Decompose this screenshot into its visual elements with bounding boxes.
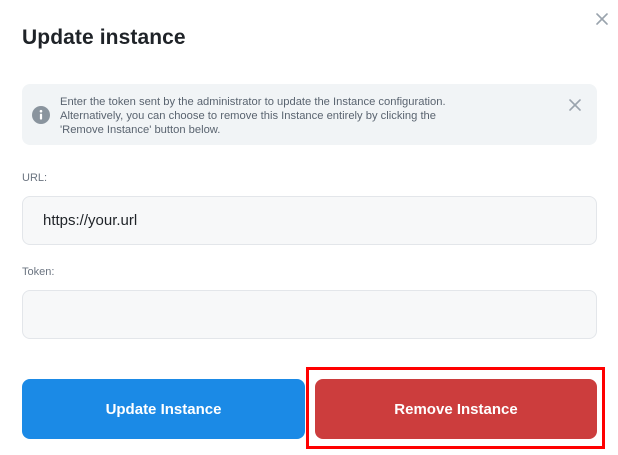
update-instance-button[interactable]: Update Instance bbox=[22, 379, 305, 439]
url-label: URL: bbox=[22, 172, 48, 184]
alert-close-icon[interactable] bbox=[568, 98, 582, 112]
token-label: Token: bbox=[22, 266, 55, 278]
info-alert: Enter the token sent by the administrato… bbox=[22, 84, 597, 145]
alert-line-3: 'Remove Instance' button below. bbox=[60, 124, 221, 136]
modal-title: Update instance bbox=[22, 26, 186, 49]
modal-close-icon[interactable] bbox=[593, 10, 611, 28]
update-instance-modal: Update instance Enter the token sent by … bbox=[0, 0, 618, 455]
token-input[interactable] bbox=[22, 290, 597, 339]
remove-instance-button[interactable]: Remove Instance bbox=[315, 379, 597, 439]
alert-message: Enter the token sent by the administrato… bbox=[60, 95, 550, 137]
info-icon bbox=[32, 106, 50, 124]
url-input[interactable] bbox=[22, 196, 597, 245]
alert-line-1: Enter the token sent by the administrato… bbox=[60, 96, 446, 108]
alert-line-2: Alternatively, you can choose to remove … bbox=[60, 110, 437, 122]
